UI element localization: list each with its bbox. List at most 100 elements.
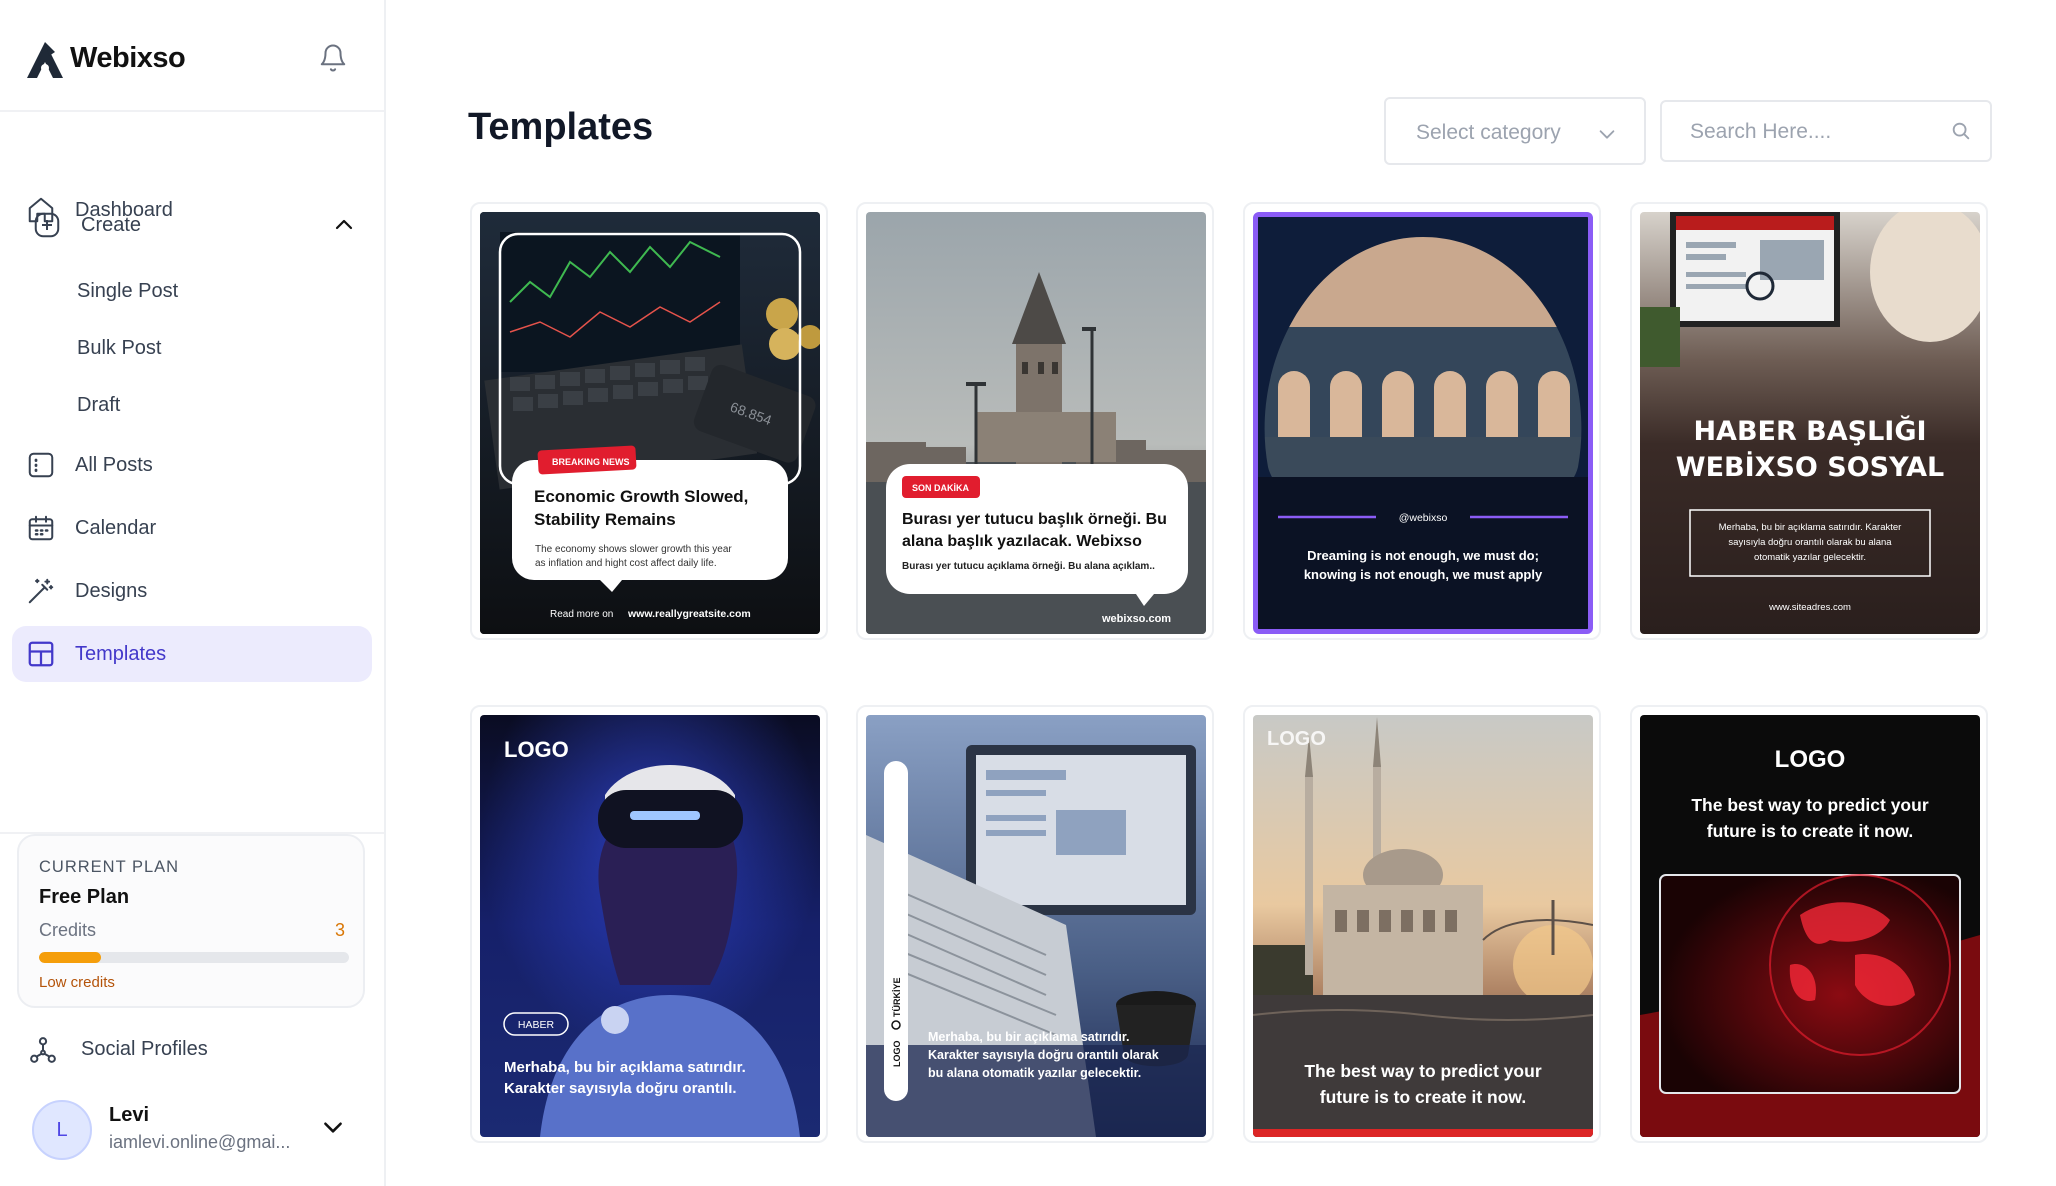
template-card[interactable]: LOGO The best way to predict your future…	[1630, 705, 1988, 1143]
category-select[interactable]: Select category	[1384, 97, 1646, 165]
bell-icon[interactable]	[318, 42, 348, 74]
template-logo: LOGO	[504, 737, 569, 762]
template-card[interactable]: LOGO The best way to predict your future…	[1243, 705, 1601, 1143]
template-artwork: @webixso Dreaming is not enough, we must…	[1258, 217, 1588, 629]
template-footer-site: www.reallygreatsite.com	[627, 608, 751, 620]
user-email: iamlevi.online@gmai...	[109, 1132, 291, 1152]
user-name: Levi	[109, 1104, 150, 1126]
sidebar: Webixso Dashboard Create Single Post Bul…	[0, 0, 386, 1186]
template-handle: @webixso	[1399, 512, 1448, 524]
category-select-value: Select category	[1416, 121, 1561, 144]
brand-name: Webixso	[70, 42, 186, 74]
magic-wand-icon	[28, 578, 54, 604]
template-headline-1: Burası yer tutucu başlık örneği. Bu	[902, 511, 1167, 528]
nav-social-profiles-label: Social Profiles	[81, 1038, 208, 1060]
template-text-2: future is to create it now.	[1707, 821, 1913, 841]
credits-value: 3	[334, 920, 345, 940]
template-body-1: Merhaba, bu bir açıklama satırıdır. Kara…	[1719, 522, 1902, 533]
nav-create-row[interactable]: Create	[12, 197, 372, 253]
calendar-icon	[28, 515, 54, 541]
search-icon[interactable]	[1950, 120, 1972, 142]
low-credits-warning: Low credits	[39, 974, 115, 991]
nav-all-posts[interactable]: All Posts	[12, 437, 372, 493]
plus-circle-icon	[34, 212, 60, 238]
template-badge: BREAKING NEWS	[552, 457, 630, 467]
nav-all-posts-label: All Posts	[75, 453, 153, 476]
template-artwork: TÜRKİYE LOGO Merhaba, bu bir açıklama sa…	[866, 715, 1206, 1137]
page-title: Templates	[468, 106, 654, 148]
template-text-2: Karakter sayısıyla doğru orantılı.	[504, 1080, 737, 1097]
template-artwork: LOGO The best way to predict your future…	[1253, 715, 1593, 1137]
plan-name: Free Plan	[39, 886, 130, 908]
search-box	[1660, 100, 1992, 162]
chevron-down-icon	[1599, 130, 1615, 139]
template-card[interactable]: 68.854 BREAKING NEWS Economic Growth Slo…	[470, 202, 828, 640]
template-site: webixso.com	[1101, 613, 1171, 625]
template-thumbnail: LOGO HABER Merhaba, bu bir açıklama satı…	[480, 715, 820, 1137]
nav-social-profiles[interactable]: Social Profiles	[12, 1025, 372, 1075]
template-title-2: WEBİXSO SOSYAL	[1676, 451, 1944, 483]
template-card[interactable]: HABER BAŞLIĞI WEBİXSO SOSYAL Merhaba, bu…	[1630, 202, 1988, 640]
nav-bulk-post[interactable]: Bulk Post	[77, 337, 161, 360]
nav-create-label: Create	[81, 213, 142, 236]
chevron-up-icon[interactable]	[332, 213, 356, 237]
template-tag: HABER	[518, 1019, 555, 1031]
template-card[interactable]: SON DAKİKA Burası yer tutucu başlık örne…	[856, 202, 1214, 640]
template-text-2: future is to create it now.	[1320, 1087, 1526, 1107]
template-text-2: Karakter sayısıyla doğru orantılı olarak	[928, 1048, 1159, 1062]
network-icon	[30, 1037, 56, 1063]
credits-progress-fill	[39, 952, 101, 963]
template-site: www.siteadres.com	[1768, 602, 1851, 613]
current-plan-card: CURRENT PLAN Free Plan Credits 3 Low cre…	[17, 834, 365, 1008]
template-card[interactable]: TÜRKİYE LOGO Merhaba, bu bir açıklama sa…	[856, 705, 1214, 1143]
template-text-1: The best way to predict your	[1691, 795, 1928, 815]
template-footer-prefix: Read more on	[550, 609, 613, 620]
nav-templates[interactable]: Templates	[12, 626, 372, 682]
template-body-3: otomatik yazılar gelecektir.	[1754, 552, 1866, 563]
template-headline-2: alana başlık yazılacak. Webixso	[902, 533, 1142, 550]
template-artwork: LOGO The best way to predict your future…	[1640, 715, 1980, 1137]
chevron-down-icon[interactable]	[320, 1114, 346, 1140]
nav-draft[interactable]: Draft	[77, 394, 120, 417]
template-text-1: Merhaba, bu bir açıklama satırıdır.	[504, 1059, 746, 1076]
avatar: L	[32, 1100, 92, 1160]
credits-progress-bar	[39, 952, 349, 963]
template-quote-2: knowing is not enough, we must apply	[1304, 567, 1543, 582]
template-text-3: bu alana otomatik yazılar gelecektir.	[928, 1066, 1141, 1080]
template-thumbnail: TÜRKİYE LOGO Merhaba, bu bir açıklama sa…	[866, 715, 1206, 1137]
logo-mark-icon[interactable]	[23, 38, 67, 80]
template-logo: LOGO	[1775, 746, 1846, 773]
template-headline-1: Economic Growth Slowed,	[534, 487, 748, 506]
template-body-2: as inflation and hight cost affect daily…	[535, 558, 717, 569]
template-body: Burası yer tutucu açıklama örneği. Bu al…	[902, 561, 1155, 572]
template-artwork: LOGO HABER Merhaba, bu bir açıklama satı…	[480, 715, 820, 1137]
template-body-1: The economy shows slower growth this yea…	[535, 544, 732, 555]
user-menu[interactable]: L Levi iamlevi.online@gmai...	[12, 1092, 372, 1172]
list-icon	[28, 452, 54, 478]
brand-header: Webixso	[0, 0, 384, 112]
template-thumbnail: @webixso Dreaming is not enough, we must…	[1253, 212, 1593, 634]
template-artwork: 68.854 BREAKING NEWS Economic Growth Slo…	[480, 212, 820, 634]
nav-single-post[interactable]: Single Post	[77, 280, 178, 303]
template-title-1: HABER BAŞLIĞI	[1693, 415, 1926, 447]
template-thumbnail: LOGO The best way to predict your future…	[1253, 715, 1593, 1137]
template-card-selected[interactable]: @webixso Dreaming is not enough, we must…	[1243, 202, 1601, 640]
template-thumbnail: HABER BAŞLIĞI WEBİXSO SOSYAL Merhaba, bu…	[1640, 212, 1980, 634]
template-logo: LOGO	[1267, 728, 1326, 750]
nav-designs-label: Designs	[75, 579, 148, 602]
template-side-1: TÜRKİYE	[892, 977, 902, 1017]
template-thumbnail: SON DAKİKA Burası yer tutucu başlık örne…	[866, 212, 1206, 634]
layout-icon	[28, 641, 54, 667]
template-text-1: The best way to predict your	[1304, 1061, 1541, 1081]
template-artwork: SON DAKİKA Burası yer tutucu başlık örne…	[866, 212, 1206, 634]
nav-calendar[interactable]: Calendar	[12, 500, 372, 556]
credits-label: Credits	[39, 920, 97, 940]
template-side-2: LOGO	[892, 1041, 902, 1068]
template-headline-2: Stability Remains	[534, 510, 676, 529]
template-body-2: sayısıyla doğru orantılı olarak bu alana	[1728, 537, 1892, 548]
nav-designs[interactable]: Designs	[12, 563, 372, 619]
search-input[interactable]	[1690, 118, 1940, 146]
template-text-1: Merhaba, bu bir açıklama satırıdır.	[928, 1030, 1129, 1044]
template-card[interactable]: LOGO HABER Merhaba, bu bir açıklama satı…	[470, 705, 828, 1143]
template-thumbnail: 68.854 BREAKING NEWS Economic Growth Slo…	[480, 212, 820, 634]
